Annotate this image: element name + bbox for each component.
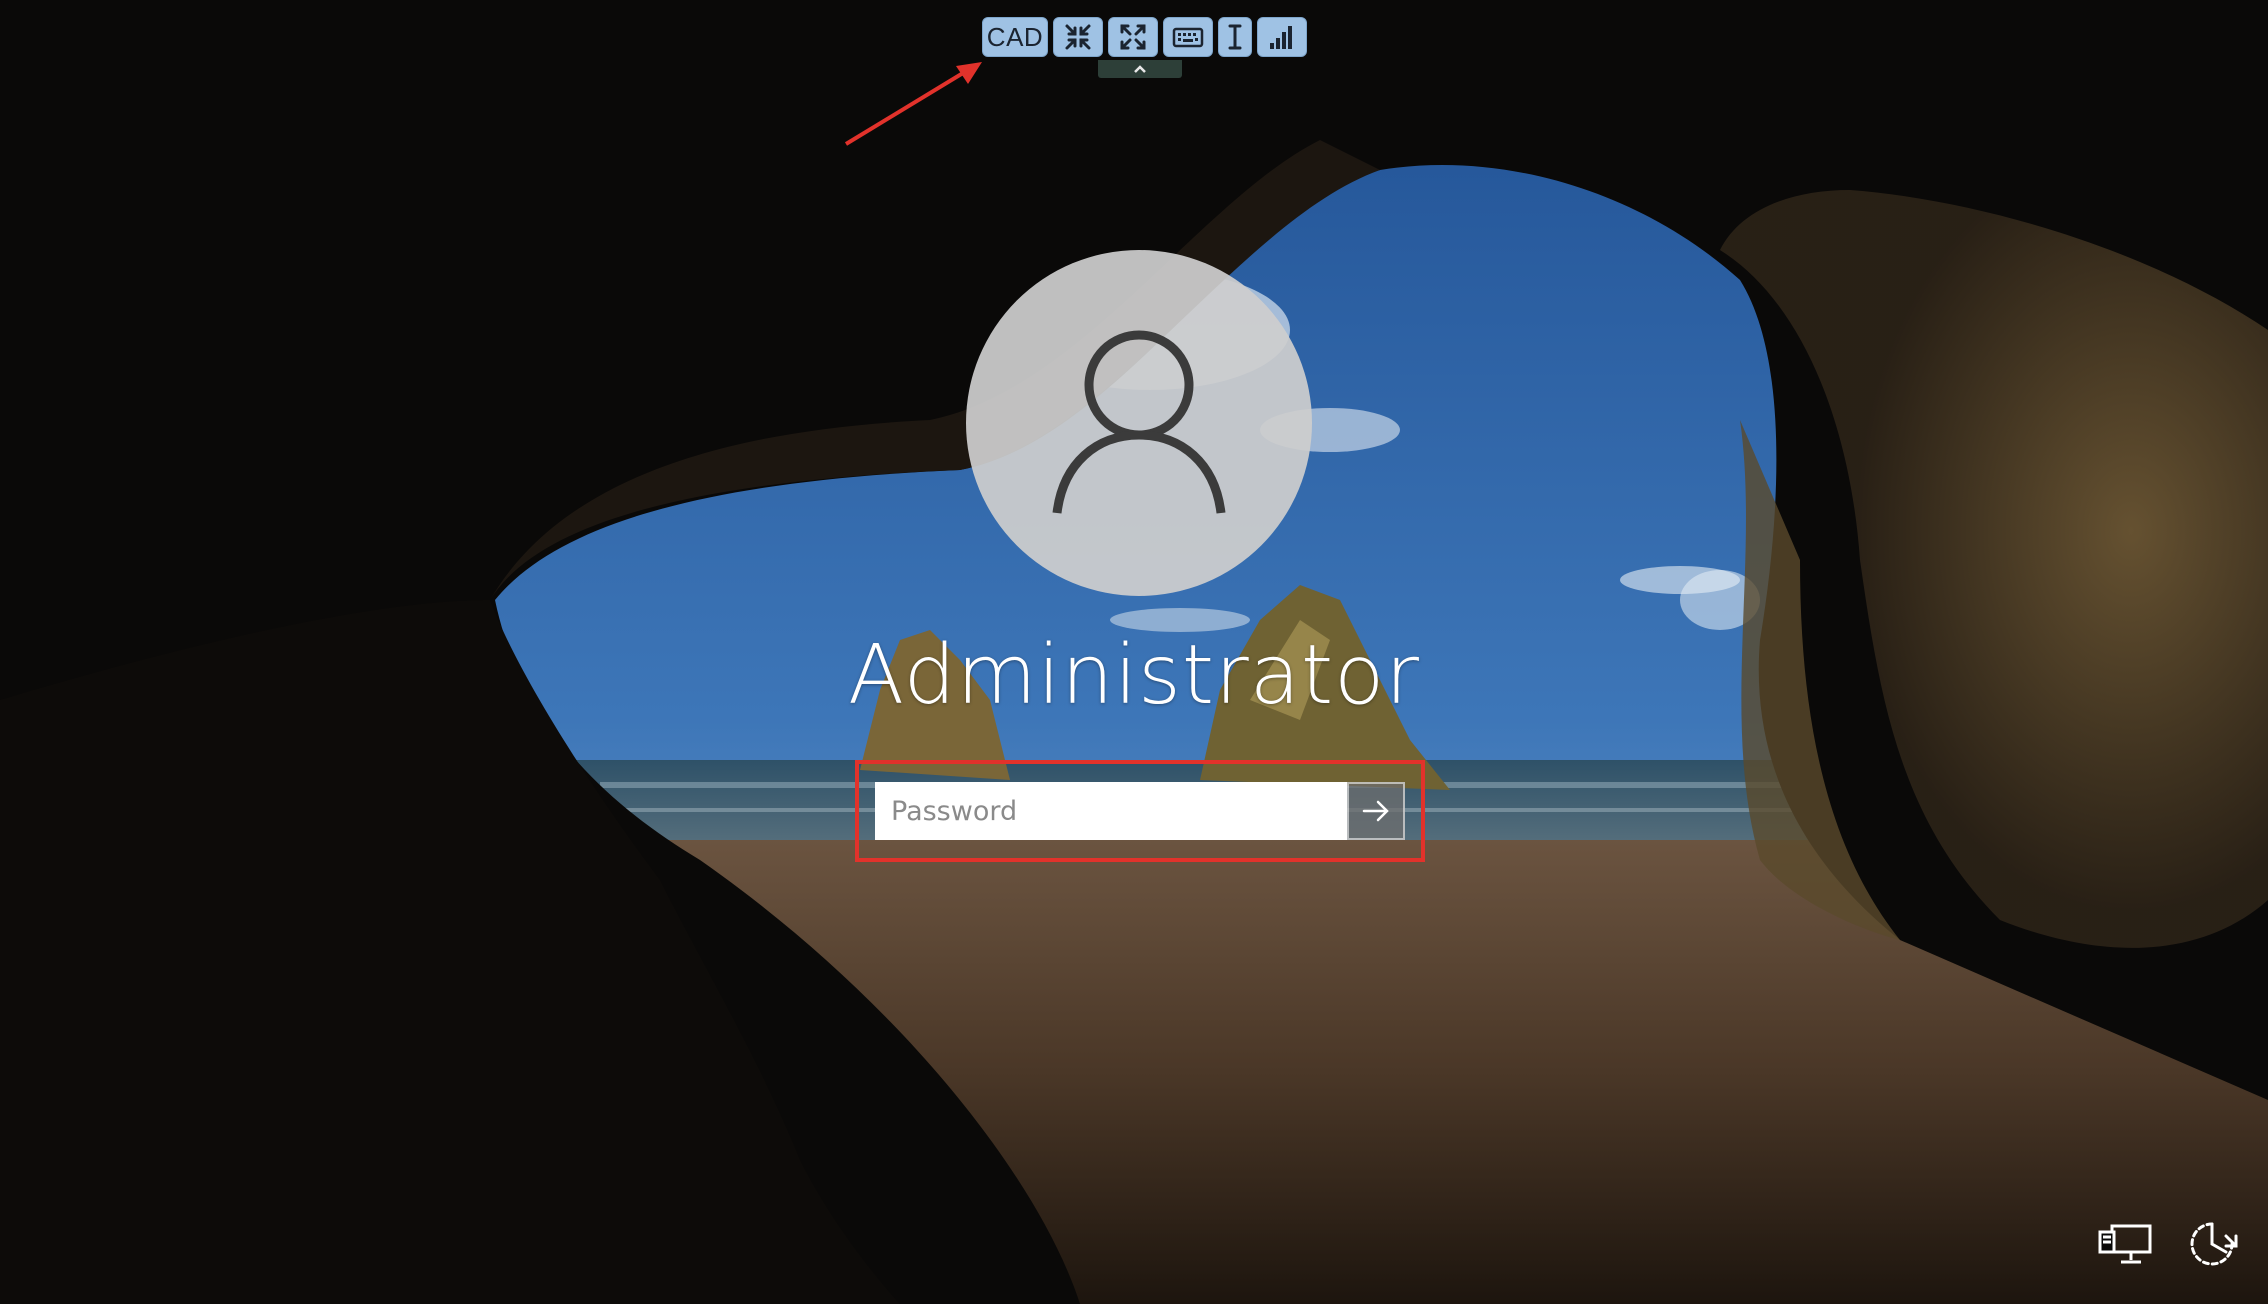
expand-arrows-icon — [1120, 24, 1146, 50]
network-button[interactable] — [2096, 1218, 2156, 1270]
signal-bars-icon — [1270, 26, 1292, 49]
remote-console-toolbar: CAD — [982, 16, 1307, 58]
password-input[interactable] — [875, 782, 1347, 840]
fullscreen-button[interactable] — [1108, 17, 1158, 57]
text-input-button[interactable] — [1218, 17, 1252, 57]
password-row — [875, 782, 1405, 840]
network-monitor-icon — [2098, 1224, 2152, 1264]
account-username: Administrator — [848, 628, 1420, 723]
ctrl-alt-del-button[interactable]: CAD — [982, 17, 1048, 57]
ease-of-access-icon — [2190, 1222, 2238, 1266]
user-avatar — [966, 250, 1312, 596]
connection-quality-button[interactable] — [1257, 17, 1307, 57]
shrink-window-button[interactable] — [1053, 17, 1103, 57]
chevron-up-icon — [1134, 65, 1146, 73]
ease-of-access-button[interactable] — [2182, 1218, 2242, 1270]
toolbar-collapse-handle[interactable] — [1098, 60, 1182, 78]
submit-button[interactable] — [1347, 782, 1405, 840]
user-silhouette-icon — [1052, 330, 1226, 514]
annotation-arrow — [844, 62, 982, 146]
cad-label: CAD — [986, 21, 1044, 52]
compress-arrows-icon — [1065, 24, 1091, 50]
keyboard-icon — [1172, 27, 1204, 48]
arrow-right-icon — [1362, 800, 1389, 822]
text-cursor-icon — [1228, 24, 1242, 50]
virtual-keyboard-button[interactable] — [1163, 17, 1213, 57]
